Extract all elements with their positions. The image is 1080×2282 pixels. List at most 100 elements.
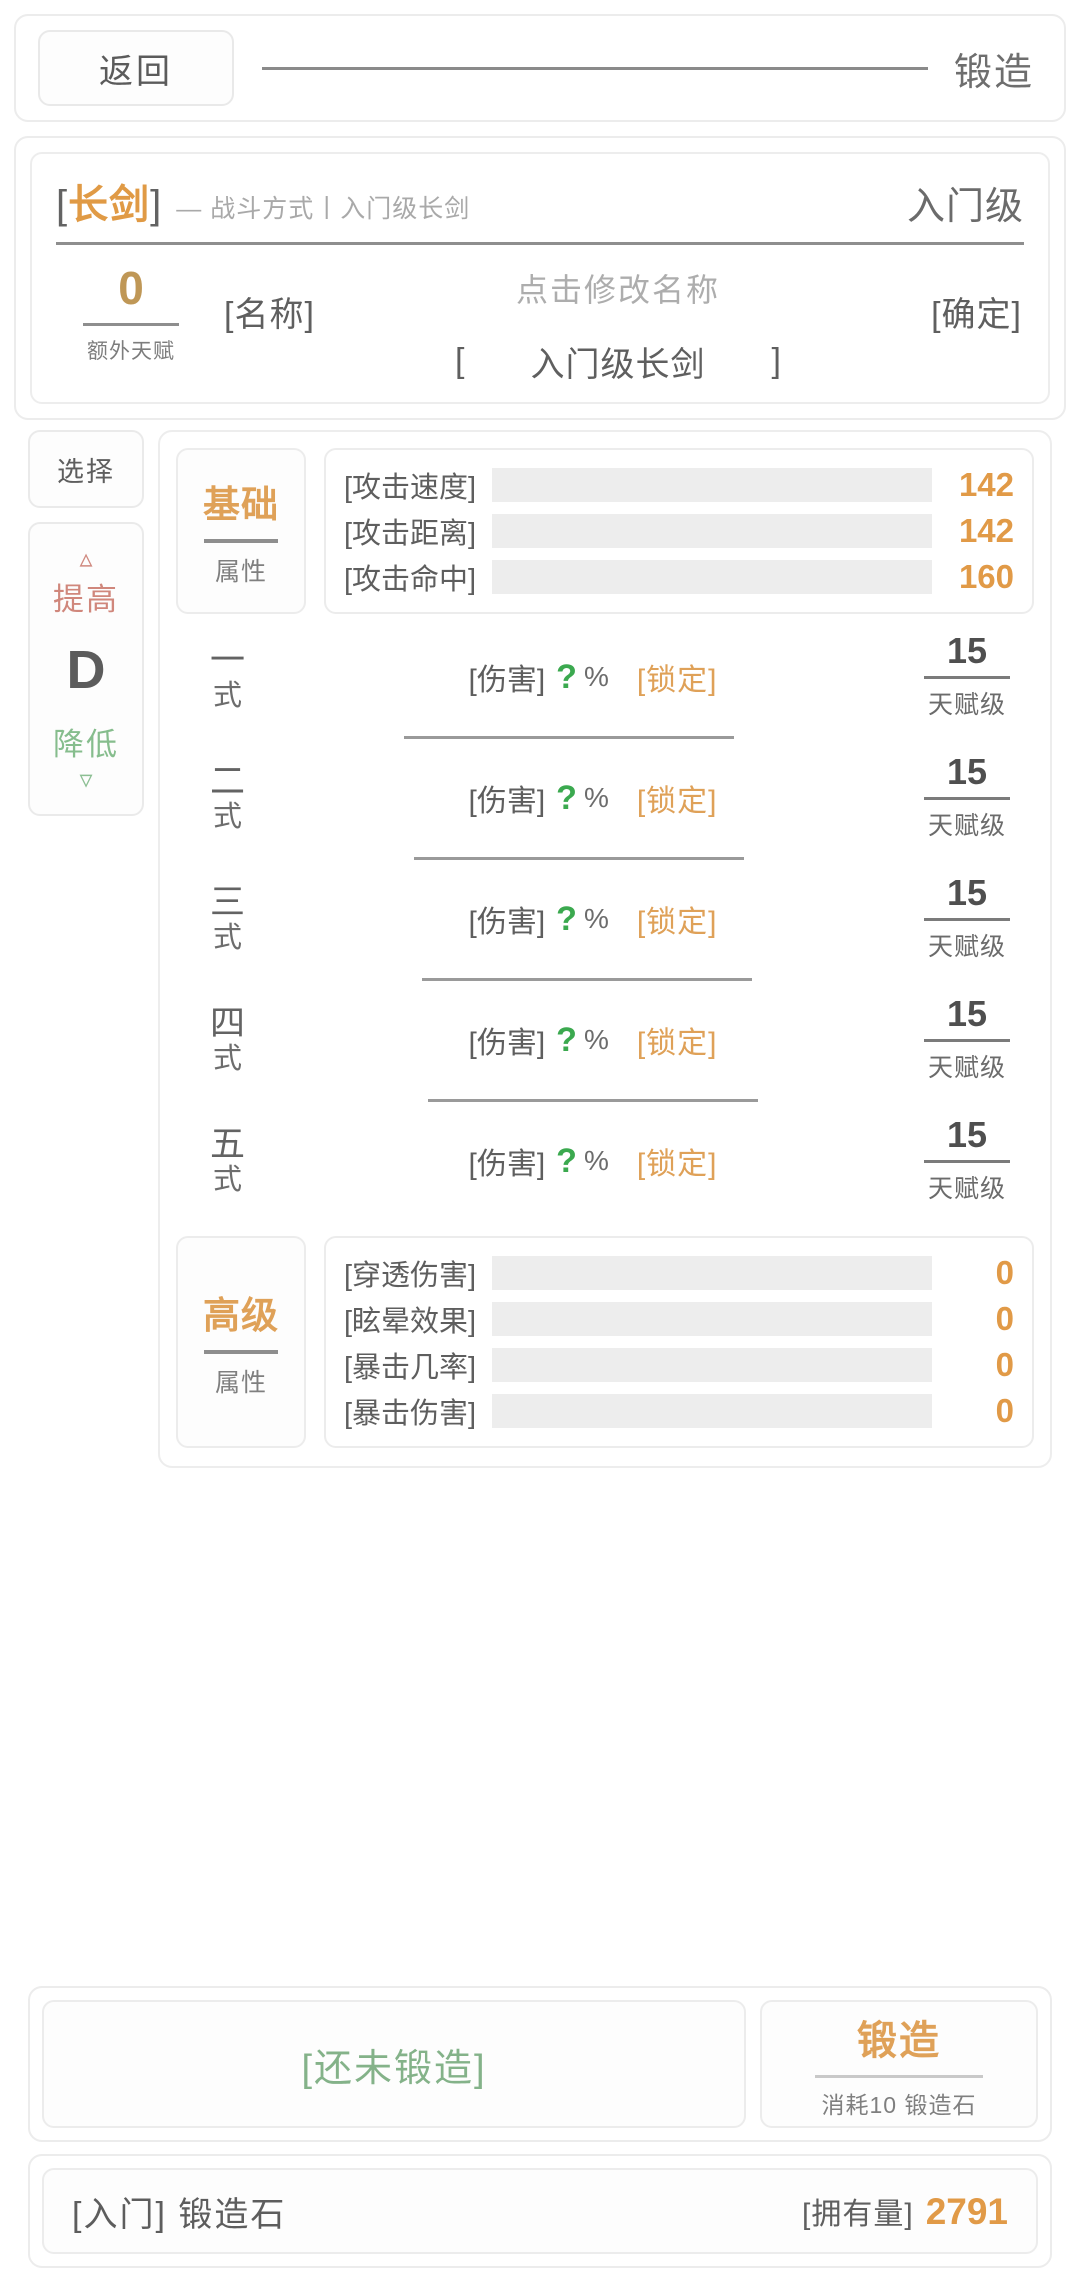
stone-quantity-group: [拥有量] 2791 <box>802 2189 1008 2233</box>
stone-inventory-card: [入门] 锻造石 [拥有量] 2791 <box>28 2154 1052 2268</box>
weapon-grade-badge: 入门级 <box>906 186 1024 228</box>
lower-button[interactable]: 降低 <box>53 719 119 764</box>
skill-level-caption: 天赋级 <box>927 933 1006 961</box>
skill-level-caption: 天赋级 <box>927 1175 1006 1203</box>
attribute-bar <box>492 560 932 594</box>
name-input-hint: 点击修改名称 <box>515 272 720 308</box>
name-input-row[interactable]: [ 入门级长剑 ] <box>315 337 921 386</box>
skill-percent-sign: % <box>583 782 609 813</box>
forge-screen: 返回 锻造 [长剑] — 战斗方式丨入门级长剑 入门级 0 额外天赋 [名称] <box>0 0 1080 2282</box>
skill-damage-value: ? <box>556 1020 577 1059</box>
advanced-attributes-tag-sub: 属性 <box>214 1369 267 1397</box>
list-item[interactable]: 五 式 [伤害] ? % [锁定] 15 天赋级 <box>176 1102 1034 1220</box>
skill-index: 三 式 <box>176 883 280 955</box>
extra-talent-block: 0 额外天赋 <box>56 261 206 365</box>
skill-level-block: 15 天赋级 <box>906 1117 1034 1205</box>
skill-lock-button[interactable]: [锁定] <box>637 776 718 820</box>
basic-attributes-tag-sub: 属性 <box>214 558 267 586</box>
skill-level-divider <box>924 797 1010 800</box>
skill-damage-value: ? <box>556 899 577 938</box>
raise-button[interactable]: 提高 <box>53 574 119 619</box>
attribute-value: 160 <box>958 558 1014 595</box>
weapon-name-bracket-close: ] <box>150 183 163 227</box>
forge-button-cost: 消耗10 锻造石 <box>821 2092 977 2118</box>
skill-lock-button[interactable]: [锁定] <box>637 897 718 941</box>
skill-damage-label: [伤害] <box>468 1027 546 1060</box>
skill-index-top: 四 <box>209 1004 246 1044</box>
attributes-panel: 基础 属性 [攻击速度] 142 [攻击距离] 142 [攻击命中] 160 一… <box>158 430 1052 1468</box>
attribute-value: 142 <box>958 466 1014 503</box>
name-value-bracket-open: [ <box>455 342 465 380</box>
table-row: [攻击速度] 142 <box>344 462 1014 508</box>
skill-level-block: 15 天赋级 <box>906 633 1034 721</box>
skill-index-bottom: 式 <box>212 922 243 955</box>
skill-percent-sign: % <box>583 661 609 692</box>
attribute-value: 0 <box>995 1346 1014 1383</box>
skill-percent-sign: % <box>583 1024 609 1055</box>
skill-index-top: 一 <box>209 641 246 681</box>
advanced-attributes-block: 高级 属性 [穿透伤害] 0 [眩晕效果] 0 [暴击几率] 0 [暴击伤害] … <box>176 1236 1034 1448</box>
skill-lock-button[interactable]: [锁定] <box>637 1139 718 1183</box>
weapon-name: [长剑] <box>56 172 162 230</box>
basic-attributes-block: 基础 属性 [攻击速度] 142 [攻击距离] 142 [攻击命中] 160 <box>176 448 1034 614</box>
name-input-value[interactable]: 入门级长剑 <box>531 337 706 386</box>
skill-level-caption: 天赋级 <box>927 1054 1006 1082</box>
skill-level-divider <box>924 918 1010 921</box>
basic-attributes-tag-main: 基础 <box>203 484 279 525</box>
table-row: [暴击几率] 0 <box>344 1342 1014 1388</box>
skill-index: 二 式 <box>176 762 280 834</box>
weapon-card-inner: [长剑] — 战斗方式丨入门级长剑 入门级 0 额外天赋 [名称] 点击修改名称… <box>30 152 1050 404</box>
skill-level-block: 15 天赋级 <box>906 996 1034 1084</box>
weapon-card: [长剑] — 战斗方式丨入门级长剑 入门级 0 额外天赋 [名称] 点击修改名称… <box>14 136 1066 420</box>
list-item[interactable]: 四 式 [伤害] ? % [锁定] 15 天赋级 <box>176 981 1034 1099</box>
topbar-divider <box>262 66 928 70</box>
forge-button-divider <box>815 2075 983 2078</box>
confirm-name-button[interactable]: [确定] <box>921 261 1024 336</box>
skill-damage-group: [伤害] ? % [锁定] <box>280 897 906 941</box>
table-row: [眩晕效果] 0 <box>344 1296 1014 1342</box>
skill-lock-button[interactable]: [锁定] <box>637 1018 718 1062</box>
skill-lock-button[interactable]: [锁定] <box>637 655 718 699</box>
skill-level-caption: 天赋级 <box>927 812 1006 840</box>
chevron-up-icon[interactable]: ▵ <box>79 544 92 570</box>
skill-level-value: 15 <box>946 872 988 913</box>
skill-index-top: 五 <box>209 1125 246 1165</box>
attribute-name: [攻击距离] <box>344 518 477 550</box>
skill-index-bottom: 式 <box>212 1043 243 1076</box>
basic-attributes-rows: [攻击速度] 142 [攻击距离] 142 [攻击命中] 160 <box>324 448 1034 614</box>
skill-level-block: 15 天赋级 <box>906 754 1034 842</box>
stone-name: [入门] 锻造石 <box>72 2195 287 2234</box>
attribute-name: [暴击几率] <box>344 1352 477 1384</box>
skill-damage-group: [伤害] ? % [锁定] <box>280 1139 906 1183</box>
chevron-down-icon[interactable]: ▿ <box>79 766 92 792</box>
stone-have-label: [拥有量] <box>802 2198 914 2231</box>
attribute-value: 142 <box>958 512 1014 549</box>
table-row: [穿透伤害] 0 <box>344 1250 1014 1296</box>
forge-button[interactable]: 锻造 消耗10 锻造石 <box>760 2000 1038 2128</box>
advanced-attributes-tag: 高级 属性 <box>176 1236 306 1448</box>
main-area: 选择 ▵﻿ 提高 D 降低 ▿﻿ 基础 属性 [攻击速度] <box>14 430 1066 1468</box>
list-item[interactable]: 二 式 [伤害] ? % [锁定] 15 天赋级 <box>176 739 1034 857</box>
select-button[interactable]: 选择 <box>28 430 144 508</box>
weapon-title-row: [长剑] — 战斗方式丨入门级长剑 入门级 <box>56 172 1024 245</box>
skill-damage-value: ? <box>556 778 577 817</box>
attribute-bar <box>492 1256 932 1290</box>
select-button-label: 选择 <box>57 456 115 487</box>
name-field-group[interactable]: 点击修改名称 [ 入门级长剑 ] <box>315 261 921 386</box>
name-value-bracket-close: ] <box>771 342 781 380</box>
skill-index-top: 二 <box>209 762 246 802</box>
attribute-bar <box>492 514 932 548</box>
back-button[interactable]: 返回 <box>38 30 234 106</box>
skill-level-divider <box>924 676 1010 679</box>
attribute-name: [攻击速度] <box>344 472 477 504</box>
rank-stepper: ▵﻿ 提高 D 降低 ▿ <box>28 522 144 816</box>
list-item[interactable]: 一 式 [伤害] ? % [锁定] 15 天赋级 <box>176 618 1034 736</box>
extra-talent-divider <box>83 323 179 326</box>
top-bar: 返回 锻造 <box>14 14 1066 122</box>
action-bar: [还未锻造] 锻造 消耗10 锻造石 <box>28 1986 1052 2142</box>
list-item[interactable]: 三 式 [伤害] ? % [锁定] 15 天赋级 <box>176 860 1034 978</box>
stone-inventory-row[interactable]: [入门] 锻造石 [拥有量] 2791 <box>42 2168 1038 2254</box>
attribute-bar <box>492 1348 932 1382</box>
skill-percent-sign: % <box>583 1145 609 1176</box>
basic-attributes-tag: 基础 属性 <box>176 448 306 614</box>
